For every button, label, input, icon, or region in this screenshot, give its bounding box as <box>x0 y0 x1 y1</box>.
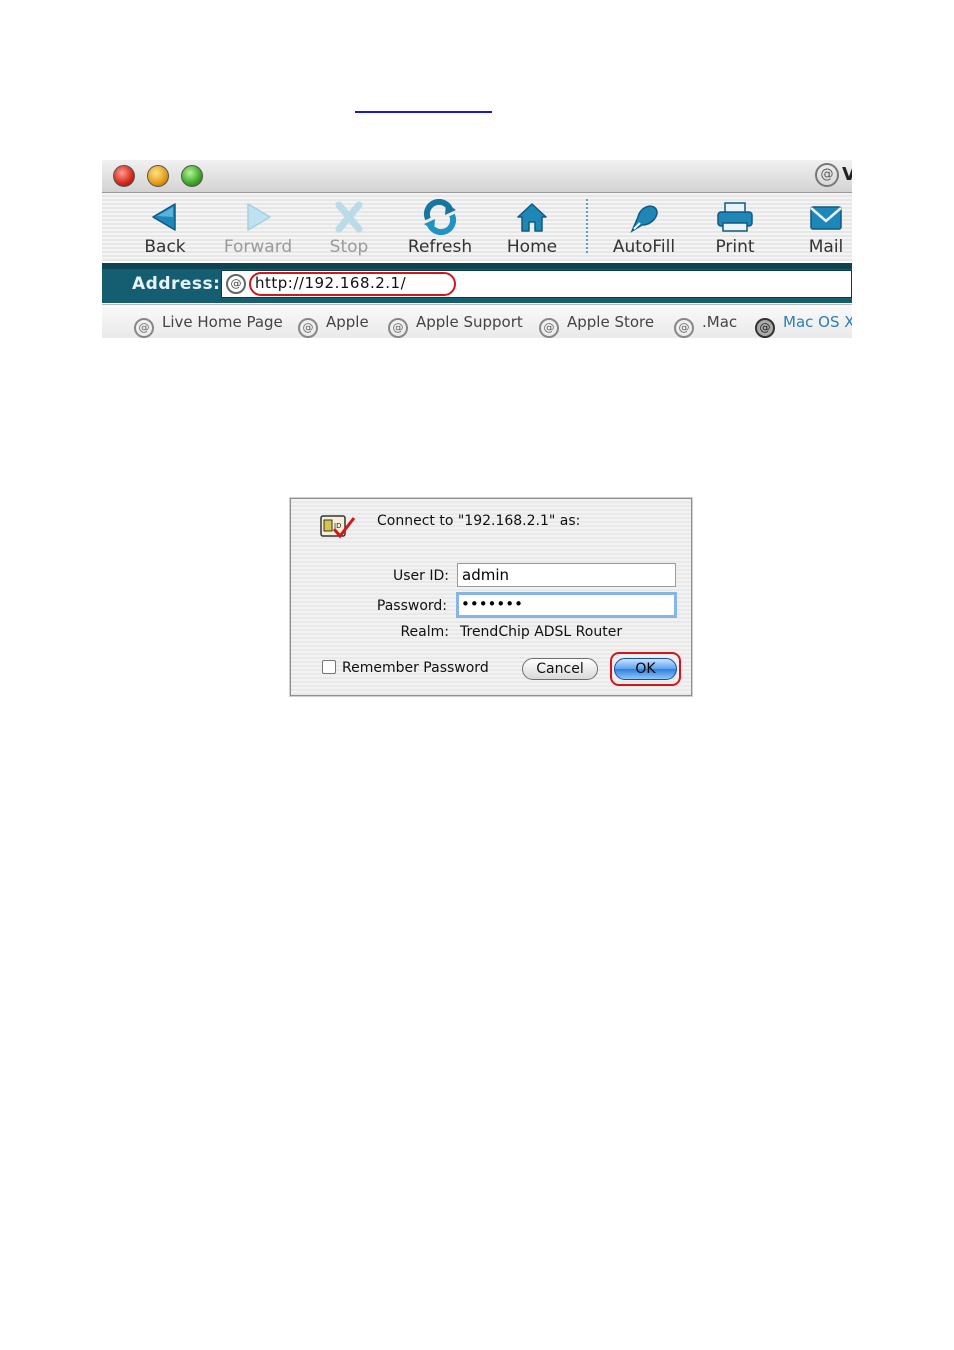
password-input[interactable]: ••••••• <box>456 592 677 618</box>
autofill-icon <box>630 205 658 233</box>
bookmark-icon: @ <box>134 318 154 338</box>
refresh-button[interactable]: Refresh <box>405 199 475 257</box>
bookmark-icon: @ <box>298 318 318 338</box>
browser-window: @ V Back Forward Stop Refresh Home AutoF… <box>102 160 852 338</box>
bookmark-icon: @ <box>388 318 408 338</box>
forward-button[interactable]: Forward <box>218 199 298 257</box>
url-input[interactable]: @ http://192.168.2.1/ <box>221 270 852 298</box>
mail-icon <box>810 206 842 230</box>
realm-label: Realm: <box>400 624 449 640</box>
printer-icon <box>717 202 753 232</box>
autofill-button[interactable]: AutoFill <box>608 199 680 257</box>
forward-label: Forward <box>223 237 293 257</box>
back-label: Back <box>144 237 186 257</box>
favorite-dot-mac[interactable]: @ .Mac <box>674 313 737 338</box>
stop-x-icon <box>335 201 363 233</box>
url-highlight-ring <box>249 272 456 296</box>
print-label: Print <box>715 237 755 257</box>
minimize-window-button[interactable] <box>147 165 169 187</box>
back-button[interactable]: Back <box>140 199 190 257</box>
dialog-prompt: Connect to "192.168.2.1" as: <box>377 513 581 529</box>
bookmark-icon: @ <box>674 318 694 338</box>
favorite-mac-os-x[interactable]: @ Mac OS X <box>755 313 852 338</box>
favorite-apple[interactable]: @ Apple <box>298 313 369 338</box>
refresh-icon <box>423 199 457 235</box>
favorite-apple-support[interactable]: @ Apple Support <box>388 313 523 338</box>
home-button[interactable]: Home <box>504 199 560 257</box>
mail-button[interactable]: Mail <box>802 199 850 257</box>
user-id-input[interactable]: admin <box>457 563 676 587</box>
stop-button[interactable]: Stop <box>324 199 374 257</box>
forward-arrow-icon <box>247 203 271 231</box>
remember-password-checkbox[interactable] <box>322 660 336 674</box>
realm-value: TrendChip ADSL Router <box>460 624 623 640</box>
bookmark-icon: @ <box>755 318 775 338</box>
favorite-live-home-page[interactable]: @ Live Home Page <box>134 313 283 338</box>
favorites-bar: @ Live Home Page @ Apple @ Apple Support @ A… <box>102 304 852 338</box>
password-label: Password: <box>376 598 447 614</box>
at-sign-icon: @ <box>815 163 839 187</box>
address-bar: Address: @ http://192.168.2.1/ <box>102 263 852 303</box>
window-title: V <box>842 164 852 185</box>
ok-button[interactable]: OK <box>614 658 677 680</box>
zoom-window-button[interactable] <box>181 165 203 187</box>
favorite-apple-store[interactable]: @ Apple Store <box>539 313 654 338</box>
remember-password-label[interactable]: Remember Password <box>342 660 489 676</box>
bookmark-icon: @ <box>539 318 559 338</box>
cancel-button[interactable]: Cancel <box>522 658 598 680</box>
toolbar-separator <box>586 199 588 253</box>
address-label: Address: <box>132 274 221 294</box>
refresh-label: Refresh <box>407 237 473 257</box>
autofill-label: AutoFill <box>612 237 676 257</box>
site-icon: @ <box>226 274 246 294</box>
back-arrow-icon <box>152 203 176 231</box>
stop-label: Stop <box>329 237 369 257</box>
login-dialog: ID Connect to "192.168.2.1" as: User ID:… <box>290 498 692 696</box>
browser-toolbar: Back Forward Stop Refresh Home AutoFill … <box>102 193 852 261</box>
print-button[interactable]: Print <box>710 199 760 257</box>
mail-label: Mail <box>808 237 844 257</box>
link-underline[interactable] <box>355 111 492 113</box>
home-icon <box>517 203 547 232</box>
keychain-id-icon: ID <box>320 515 356 539</box>
user-id-label: User ID: <box>393 568 449 584</box>
close-window-button[interactable] <box>113 165 135 187</box>
title-bar: @ V <box>102 160 852 193</box>
home-label: Home <box>506 237 558 257</box>
